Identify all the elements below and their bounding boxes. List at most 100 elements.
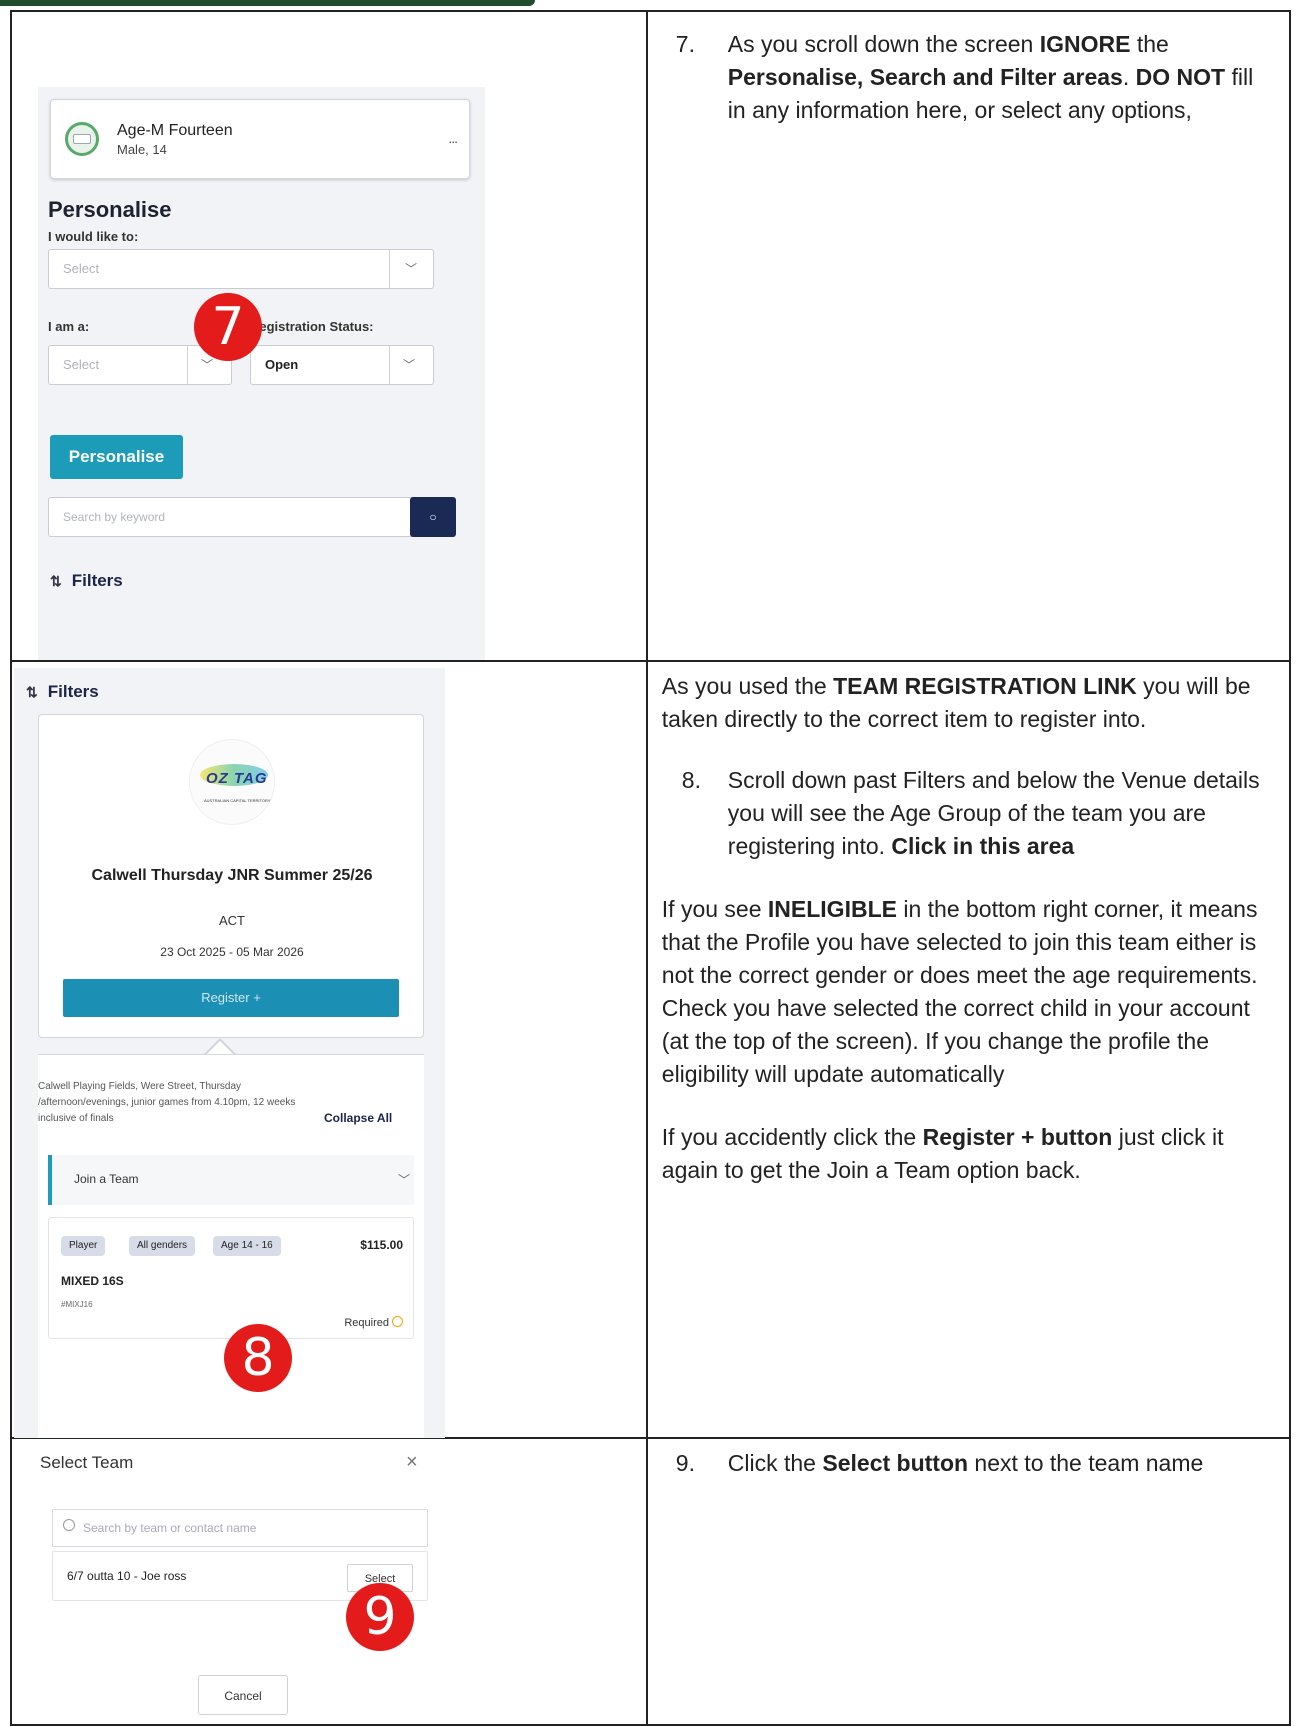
i-am-label: I am a:: [48, 319, 90, 334]
event-title: Calwell Thursday JNR Summer 25/26: [91, 867, 373, 884]
bold-run: DO NOT: [1135, 64, 1226, 90]
clock-icon: [392, 1316, 403, 1327]
step-text: Scroll down past Filters and below the V…: [728, 764, 1273, 863]
filters-toggle[interactable]: ⇅ Filters: [26, 682, 99, 702]
text-run: the: [1130, 31, 1169, 57]
personalise-button[interactable]: Personalise: [50, 435, 183, 479]
venue-details: Calwell Playing Fields, Were Street, Thu…: [38, 1081, 296, 1124]
instruction-cell-step-7: 7. As you scroll down the screen IGNORE …: [645, 10, 1292, 662]
bold-run: IGNORE: [1039, 31, 1131, 57]
instruction-table: Age-M Fourteen Male, 14 ... Personalise …: [10, 10, 1292, 1726]
join-team-accordion[interactable]: Join a Team ﹀: [48, 1155, 414, 1205]
item-name: MIXED 16S: [61, 1274, 124, 1288]
step-text: Click the Select button next to the team…: [728, 1447, 1273, 1480]
card-icon: [73, 134, 91, 144]
register-button[interactable]: Register +: [63, 979, 399, 1017]
event-screenshot: ⇅ Filters OZ TAG AUSTRALIAN CAPITAL TERRI…: [14, 668, 445, 1438]
table-row: Age-M Fourteen Male, 14 ... Personalise …: [10, 10, 1292, 662]
table-row: Select Team × Search by team or contact …: [10, 1437, 1292, 1726]
chevron-down-icon: ﹀: [397, 1173, 410, 1187]
text-run: Click the: [727, 1450, 823, 1476]
search-placeholder: Search by team or contact name: [83, 1521, 257, 1535]
screenshot-cell-step-9: Select Team × Search by team or contact …: [10, 1437, 648, 1726]
select-placeholder: Select: [63, 261, 100, 276]
search-icon: [63, 1519, 75, 1531]
text-run: If you see: [661, 896, 768, 922]
join-team-label: Join a Team: [74, 1172, 139, 1186]
filters-label: Filters: [47, 682, 99, 701]
registration-status-select[interactable]: Open ﹀: [250, 345, 434, 385]
venue-panel: Calwell Playing Fields, Were Street, Thu…: [38, 1054, 424, 1438]
search-icon: ○: [429, 510, 437, 524]
text-run: As you used the: [661, 673, 834, 699]
text-run: As you scroll down the screen: [727, 31, 1040, 57]
chevron-down-icon: ﹀: [403, 358, 416, 372]
divider: [389, 250, 390, 288]
text-run: next to the team name: [968, 1450, 1204, 1476]
filters-toggle[interactable]: ⇅ Filters: [50, 571, 123, 591]
event-card: OZ TAG AUSTRALIAN CAPITAL TERRITORY Calw…: [38, 714, 424, 1038]
item-code: #MIXJ16: [61, 1300, 93, 1309]
pointer-triangle-fill: [206, 1041, 234, 1055]
bold-run: Select button: [822, 1450, 969, 1476]
select-placeholder: Select: [63, 357, 100, 372]
registration-status-label: Registration Status:: [250, 319, 374, 334]
step-8-instruction: As you used the TEAM REGISTRATION LINK y…: [648, 662, 1289, 1187]
instruction-cell-step-9: 9. Click the Select button next to the t…: [645, 1437, 1292, 1726]
profile-details: Male, 14: [117, 142, 167, 157]
team-name: 6/7 outta 10 - Joe ross: [67, 1569, 187, 1583]
paragraph: As you used the TEAM REGISTRATION LINK y…: [662, 670, 1273, 736]
paragraph: If you see INELIGIBLE in the bottom righ…: [662, 893, 1273, 1091]
screenshot-cell-step-8: ⇅ Filters OZ TAG AUSTRALIAN CAPITAL TERRI…: [10, 660, 648, 1439]
profile-card[interactable]: Age-M Fourteen Male, 14 ...: [50, 99, 470, 179]
step-number: 9.: [675, 1450, 695, 1476]
logo-text: OZ TAG: [206, 770, 268, 787]
tag-gender: All genders: [129, 1236, 196, 1256]
keyword-search-input[interactable]: Search by keyword: [48, 497, 434, 537]
would-like-select[interactable]: Select ﹀: [48, 249, 434, 289]
cancel-button[interactable]: Cancel: [198, 1675, 288, 1715]
filters-label: Filters: [71, 571, 123, 590]
chevron-down-icon: ﹀: [201, 358, 214, 372]
divider: [389, 346, 390, 384]
bold-run: Personalise, Search and Filter areas: [727, 64, 1123, 90]
text-run: .: [1122, 64, 1136, 90]
more-options-icon[interactable]: ...: [448, 130, 458, 146]
filter-icon: ⇅: [26, 684, 38, 700]
select-value: Open: [265, 357, 299, 372]
step-7-instruction: 7. As you scroll down the screen IGNORE …: [648, 12, 1289, 127]
step-number: 7.: [675, 31, 695, 57]
collapse-all-link[interactable]: Collapse All: [324, 1111, 392, 1125]
would-like-label: I would like to:: [48, 229, 139, 244]
text-run: in the bottom right corner, it means tha…: [661, 896, 1258, 1087]
step-text: As you scroll down the screen IGNORE the…: [728, 28, 1273, 127]
text-run: If you accidently click the: [661, 1124, 923, 1150]
filter-icon: ⇅: [50, 573, 62, 589]
search-placeholder: Search by keyword: [63, 510, 166, 524]
bold-run: Register + button: [922, 1124, 1113, 1150]
step-badge-8: 8: [224, 1324, 292, 1392]
close-icon[interactable]: ×: [406, 1451, 418, 1474]
select-team-title: Select Team: [40, 1453, 134, 1472]
search-button[interactable]: ○: [410, 497, 456, 537]
numbered-step: 8. Scroll down past Filters and below th…: [662, 764, 1273, 863]
team-search-input[interactable]: Search by team or contact name: [52, 1509, 428, 1547]
required-status: Required: [344, 1316, 403, 1329]
personalise-heading: Personalise: [48, 197, 172, 222]
header-green-stripe: [0, 0, 535, 6]
profile-name: Age-M Fourteen: [117, 122, 233, 139]
paragraph: If you accidently click the Register + b…: [662, 1121, 1273, 1187]
event-dates: 23 Oct 2025 - 05 Mar 2026: [160, 945, 304, 959]
bold-run: Click in this area: [891, 833, 1075, 859]
logo-subtitle: AUSTRALIAN CAPITAL TERRITORY: [204, 798, 271, 803]
registration-item-card[interactable]: Player All genders Age 14 - 16 $115.00 M…: [48, 1217, 414, 1339]
bold-run: INELIGIBLE: [767, 896, 897, 922]
select-team-screenshot: Select Team × Search by team or contact …: [26, 1443, 446, 1723]
tag-age: Age 14 - 16: [213, 1236, 281, 1256]
table-row: ⇅ Filters OZ TAG AUSTRALIAN CAPITAL TERRI…: [10, 660, 1292, 1439]
step-badge-7: 7: [194, 293, 262, 361]
oztag-logo: OZ TAG AUSTRALIAN CAPITAL TERRITORY: [189, 739, 275, 825]
instruction-cell-step-8: As you used the TEAM REGISTRATION LINK y…: [645, 660, 1292, 1439]
step-badge-9: 9: [346, 1583, 414, 1651]
chevron-down-icon: ﹀: [405, 262, 418, 276]
